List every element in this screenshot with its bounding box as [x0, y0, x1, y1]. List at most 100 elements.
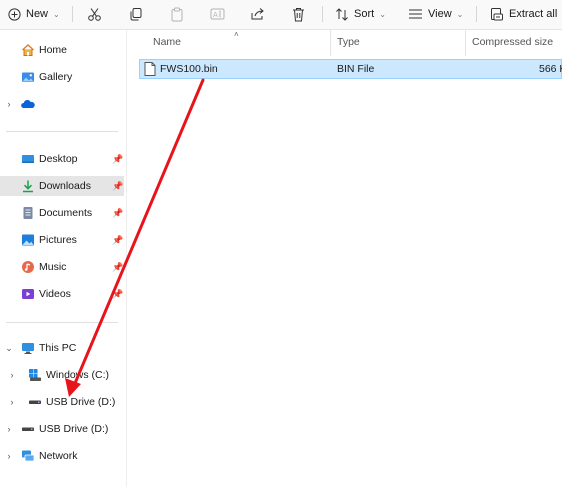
sidebar-item-label: This PC — [39, 342, 77, 354]
pin-icon: 📌 — [112, 288, 124, 299]
new-label: New — [26, 8, 49, 20]
onedrive-cloud-icon — [21, 97, 35, 111]
chevron-down-icon: ⌄ — [53, 9, 60, 19]
table-row[interactable]: FWS100.bin BIN File 566 K — [139, 59, 562, 79]
sidebar-item-label: Network — [39, 450, 78, 462]
file-list: ˄ Name Type Compressed size FWS100.bin B… — [127, 30, 562, 487]
extract-all-button[interactable]: Extract all — [490, 5, 557, 23]
gallery-icon — [21, 70, 35, 84]
sort-ascending-icon: ˄ — [234, 30, 239, 39]
chevron-right-icon[interactable]: › — [5, 99, 13, 109]
sidebar-item-label: Downloads — [39, 180, 91, 192]
view-button[interactable]: View ⌄ — [408, 5, 463, 23]
document-icon — [21, 206, 35, 220]
chevron-right-icon[interactable]: › — [8, 397, 16, 407]
windows-drive-icon — [28, 368, 42, 382]
share-button[interactable] — [250, 5, 265, 23]
sidebar-item-label: USB Drive (D:) — [46, 396, 116, 408]
rename-icon: A — [210, 7, 225, 21]
cut-button[interactable] — [87, 5, 102, 23]
chevron-right-icon[interactable]: › — [5, 451, 13, 461]
clipboard-icon — [170, 7, 184, 22]
music-icon — [21, 260, 35, 274]
column-header-name[interactable]: Name — [153, 36, 181, 52]
share-icon — [250, 7, 265, 21]
sidebar-item-usb-drive-d[interactable]: › USB Drive (D:) — [0, 419, 126, 439]
sidebar-item-network[interactable]: › Network — [0, 446, 126, 466]
navigation-pane: Home Gallery › Desktop 📌 Downloads 📌 Doc… — [0, 30, 127, 487]
desktop-icon — [21, 152, 35, 166]
pin-icon: 📌 — [112, 261, 124, 272]
trash-icon — [292, 7, 305, 22]
scissors-icon — [87, 7, 102, 22]
copy-icon — [129, 7, 143, 21]
sidebar-item-videos[interactable]: Videos 📌 — [0, 284, 126, 304]
sidebar-item-gallery[interactable]: Gallery — [0, 67, 126, 87]
sidebar-divider — [6, 322, 118, 323]
sidebar-item-music[interactable]: Music 📌 — [0, 257, 126, 277]
pin-icon: 📌 — [112, 234, 124, 245]
file-type: BIN File — [337, 63, 375, 75]
sidebar-item-onedrive[interactable]: › — [0, 94, 126, 114]
network-icon — [21, 449, 35, 463]
computer-icon — [21, 341, 35, 355]
svg-text:A: A — [213, 11, 218, 19]
usb-drive-icon — [21, 422, 35, 436]
file-icon — [144, 62, 156, 79]
chevron-down-icon[interactable]: ⌄ — [5, 343, 13, 354]
command-bar: New ⌄ A Sort ⌄ View ⌄ Extract all — [0, 0, 562, 30]
sidebar-item-label: Desktop — [39, 153, 78, 165]
sidebar-item-label: USB Drive (D:) — [39, 423, 109, 435]
pin-icon: 📌 — [112, 153, 124, 164]
copy-button[interactable] — [129, 5, 143, 23]
pictures-icon — [21, 233, 35, 247]
home-icon — [21, 43, 35, 57]
view-label: View — [428, 8, 452, 20]
extract-icon — [490, 7, 504, 21]
sidebar-item-documents[interactable]: Documents 📌 — [0, 203, 126, 223]
new-button[interactable]: New ⌄ — [8, 5, 60, 23]
column-header-type[interactable]: Type — [337, 36, 360, 52]
sort-label: Sort — [354, 8, 375, 20]
chevron-down-icon: ⌄ — [456, 9, 464, 19]
new-icon — [8, 7, 21, 21]
videos-icon — [21, 287, 35, 301]
file-size: 566 K — [539, 63, 562, 75]
sidebar-item-label: Videos — [39, 288, 71, 300]
sidebar-item-label: Windows (C:) — [46, 369, 110, 381]
column-header-compressed-size[interactable]: Compressed size — [472, 36, 553, 52]
column-divider[interactable] — [465, 30, 466, 56]
chevron-right-icon[interactable]: › — [8, 370, 16, 380]
sort-button[interactable]: Sort ⌄ — [335, 5, 386, 23]
paste-button[interactable] — [170, 5, 184, 23]
sidebar-divider — [6, 131, 118, 132]
sidebar-item-downloads[interactable]: Downloads 📌 — [0, 176, 124, 196]
pin-icon: 📌 — [112, 207, 124, 218]
view-icon — [408, 8, 423, 20]
sidebar-item-windows-c[interactable]: › Windows (C:) — [0, 365, 126, 385]
sidebar-item-label: Pictures — [39, 234, 77, 246]
pin-icon: 📌 — [112, 180, 124, 191]
sidebar-item-desktop[interactable]: Desktop 📌 — [0, 149, 126, 169]
usb-drive-icon — [28, 395, 42, 409]
download-arrow-icon — [21, 179, 35, 193]
sidebar-item-label: Home — [39, 44, 68, 56]
sidebar-item-label: Gallery — [39, 71, 73, 83]
sidebar-item-pictures[interactable]: Pictures 📌 — [0, 230, 126, 250]
extract-label: Extract all — [509, 8, 558, 20]
sidebar-item-this-pc[interactable]: ⌄ This PC — [0, 338, 126, 358]
chevron-down-icon: ⌄ — [379, 9, 386, 19]
rename-button[interactable]: A — [210, 5, 225, 23]
sidebar-item-label: Documents — [39, 207, 93, 219]
sort-icon — [335, 7, 349, 21]
toolbar-divider — [476, 6, 477, 22]
file-name: FWS100.bin — [160, 63, 218, 75]
toolbar-divider — [322, 6, 323, 22]
sidebar-item-home[interactable]: Home — [0, 40, 126, 60]
toolbar-divider — [72, 6, 73, 22]
column-divider[interactable] — [330, 30, 331, 56]
chevron-right-icon[interactable]: › — [5, 424, 13, 434]
sidebar-item-label: Music — [39, 261, 67, 273]
sidebar-item-usb-drive-d-child[interactable]: › USB Drive (D:) — [0, 392, 126, 412]
delete-button[interactable] — [292, 5, 305, 23]
